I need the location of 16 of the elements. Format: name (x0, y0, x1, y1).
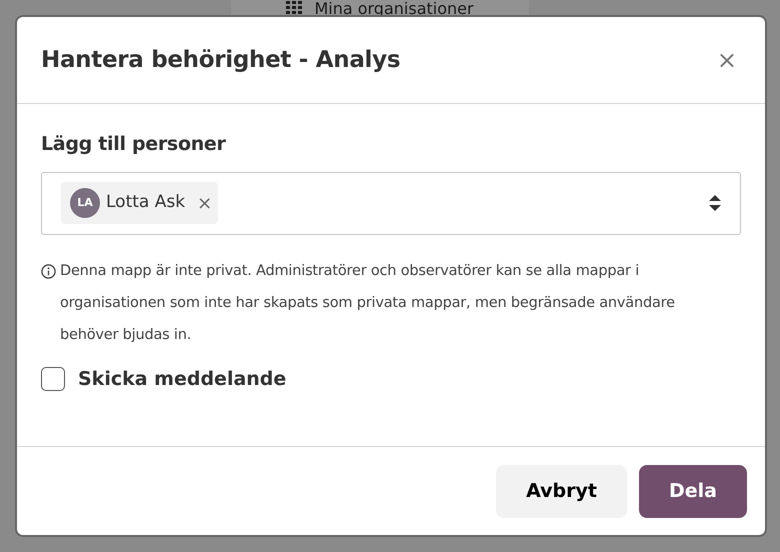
info-icon (41, 264, 56, 278)
close-button[interactable]: × (712, 48, 741, 72)
grid-icon (286, 1, 302, 15)
info-text: Denna mapp är inte privat. Administratörer och observatörer kan se alla mappar i organisationen som inte har skapats som privata mappar, men begränsade användare behöver bjudas in. (60, 262, 676, 344)
people-select[interactable]: LA Lotta Ask × (41, 172, 741, 234)
person-name: Lotta Ask (106, 191, 186, 214)
org-button-label: Mina organisationer (314, 1, 474, 17)
section-label: Lägg till personer (41, 132, 227, 157)
checkbox-label: Skicka meddelande (78, 366, 286, 392)
checkbox[interactable] (41, 366, 65, 391)
cancel-button[interactable]: Avbryt (496, 464, 627, 518)
share-button[interactable]: Dela (639, 464, 747, 518)
dialog-title: Hantera behörighet - Analys (41, 46, 400, 75)
remove-button[interactable]: × (197, 190, 212, 216)
avatar: LA (70, 188, 100, 218)
sort-icon (709, 195, 721, 211)
